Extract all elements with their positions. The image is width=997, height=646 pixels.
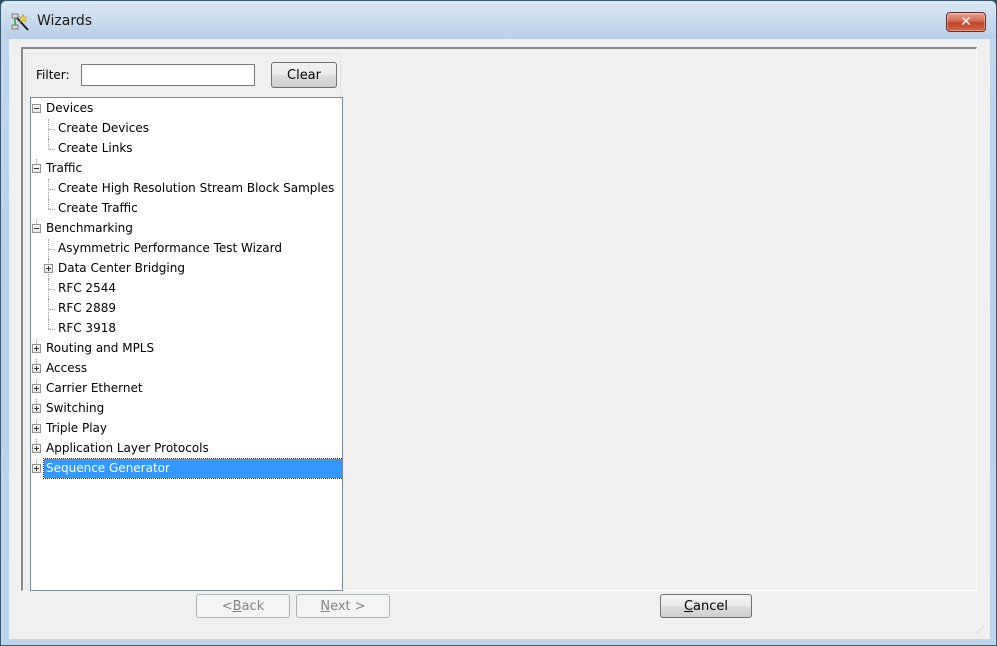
tree-connector-line <box>49 329 55 330</box>
tree-item-label: Carrier Ethernet <box>46 381 143 395</box>
tree-item[interactable]: Create Links <box>31 139 342 159</box>
wizard-tree[interactable]: Devices Create Devices Create Links Traffic… <box>30 97 343 591</box>
tree-item-label: RFC 2544 <box>58 281 116 295</box>
tree-group[interactable]: Switching <box>31 399 342 419</box>
tree-item-label: Access <box>46 361 88 375</box>
tree-group[interactable]: Sequence Generator <box>31 458 342 479</box>
tree-item-label: Create High Resolution Stream Block Samp… <box>58 181 335 195</box>
tree-item-label: Application Layer Protocols <box>46 441 209 455</box>
tree-item-label: Create Links <box>58 141 133 155</box>
tree-group[interactable]: Application Layer Protocols <box>31 439 342 459</box>
tree-item[interactable]: Asymmetric Performance Test Wizard <box>31 239 342 259</box>
tree-item-label: Devices <box>46 101 94 115</box>
resize-grip-icon[interactable]: ⋰ <box>976 625 986 635</box>
expand-plus-icon[interactable] <box>32 384 41 393</box>
tree-item[interactable]: Create Traffic <box>31 199 342 219</box>
tree-item-label: Switching <box>46 401 105 415</box>
back-button-prefix: < <box>221 598 233 614</box>
tree-connector-line <box>48 199 49 209</box>
next-button-mnemonic: N <box>320 598 331 614</box>
tree-connector-line <box>49 289 55 290</box>
cancel-button[interactable]: Cancel <box>660 594 752 618</box>
tree-item-label: Triple Play <box>46 421 108 435</box>
expand-plus-icon[interactable] <box>32 344 41 353</box>
collapse-minus-icon[interactable] <box>32 224 41 233</box>
wizard-wand-icon <box>11 13 29 31</box>
close-icon: ✕ <box>960 14 972 30</box>
tree-group[interactable]: Triple Play <box>31 419 342 439</box>
back-button-mnemonic: B <box>232 598 242 614</box>
tree-item[interactable]: RFC 2889 <box>31 299 342 319</box>
cancel-button-mnemonic: C <box>683 598 694 614</box>
tree-item-label: Create Devices <box>58 121 149 135</box>
tree-item[interactable]: Data Center Bridging <box>31 259 342 279</box>
wizard-content-frame: Filter: Clear Devices Create Devices Creat… <box>21 47 977 591</box>
close-button[interactable]: ✕ <box>946 12 986 32</box>
tree-group[interactable]: Devices <box>31 99 342 119</box>
tree-group[interactable]: Carrier Ethernet <box>31 379 342 399</box>
tree-group[interactable]: Benchmarking <box>31 219 342 239</box>
tree-item[interactable]: Create High Resolution Stream Block Samp… <box>31 179 342 199</box>
cancel-button-rest: ancel <box>693 598 729 614</box>
expand-plus-icon[interactable] <box>32 444 41 453</box>
collapse-minus-icon[interactable] <box>32 164 41 173</box>
tree-connector-line <box>49 309 55 310</box>
tree-item-label: Benchmarking <box>46 221 133 235</box>
tree-group[interactable]: Traffic <box>31 159 342 179</box>
tree-connector-line <box>49 189 55 190</box>
tree-connector-line <box>49 209 55 210</box>
tree-connector-line <box>48 139 49 149</box>
next-button[interactable]: Next > <box>296 594 390 618</box>
client-area: Filter: Clear Devices Create Devices Creat… <box>9 39 990 639</box>
tree-item[interactable]: RFC 2544 <box>31 279 342 299</box>
tree-item-label: Routing and MPLS <box>46 341 155 355</box>
filter-input[interactable] <box>81 64 255 86</box>
tree-connector-line <box>49 129 55 130</box>
wizard-selector-panel: Filter: Clear Devices Create Devices Creat… <box>25 53 343 591</box>
tree-item[interactable]: Create Devices <box>31 119 342 139</box>
window-title: Wizards <box>37 13 93 29</box>
tree-item-label: RFC 3918 <box>58 321 116 335</box>
back-button[interactable]: < Back <box>196 594 290 618</box>
wizards-window: Wizards ✕ Filter: Clear Devices Create De… <box>0 0 997 646</box>
tree-item-label: Create Traffic <box>58 201 138 215</box>
tree-connector-line <box>49 149 55 150</box>
filter-label: Filter: <box>36 68 70 82</box>
tree-group[interactable]: Routing and MPLS <box>31 339 342 359</box>
clear-button[interactable]: Clear <box>271 62 337 88</box>
expand-plus-icon[interactable] <box>44 264 53 273</box>
expand-plus-icon[interactable] <box>32 424 41 433</box>
tree-item-label: Asymmetric Performance Test Wizard <box>58 241 282 255</box>
tree-item[interactable]: RFC 3918 <box>31 319 342 339</box>
tree-connector-line <box>48 319 49 329</box>
next-button-rest: ext > <box>330 598 366 614</box>
expand-plus-icon[interactable] <box>32 364 41 373</box>
wizard-detail-area <box>343 49 976 590</box>
tree-item-label: Traffic <box>46 161 83 175</box>
expand-plus-icon[interactable] <box>32 404 41 413</box>
title-bar[interactable]: Wizards ✕ <box>1 1 996 39</box>
tree-connector-line <box>49 249 55 250</box>
tree-group[interactable]: Access <box>31 359 342 379</box>
tree-item-label: Sequence Generator <box>43 458 342 479</box>
tree-item-label: RFC 2889 <box>58 301 116 315</box>
tree-item-label: Data Center Bridging <box>58 261 185 275</box>
back-button-rest: ack <box>241 598 265 614</box>
expand-plus-icon[interactable] <box>32 464 41 473</box>
collapse-minus-icon[interactable] <box>32 104 41 113</box>
